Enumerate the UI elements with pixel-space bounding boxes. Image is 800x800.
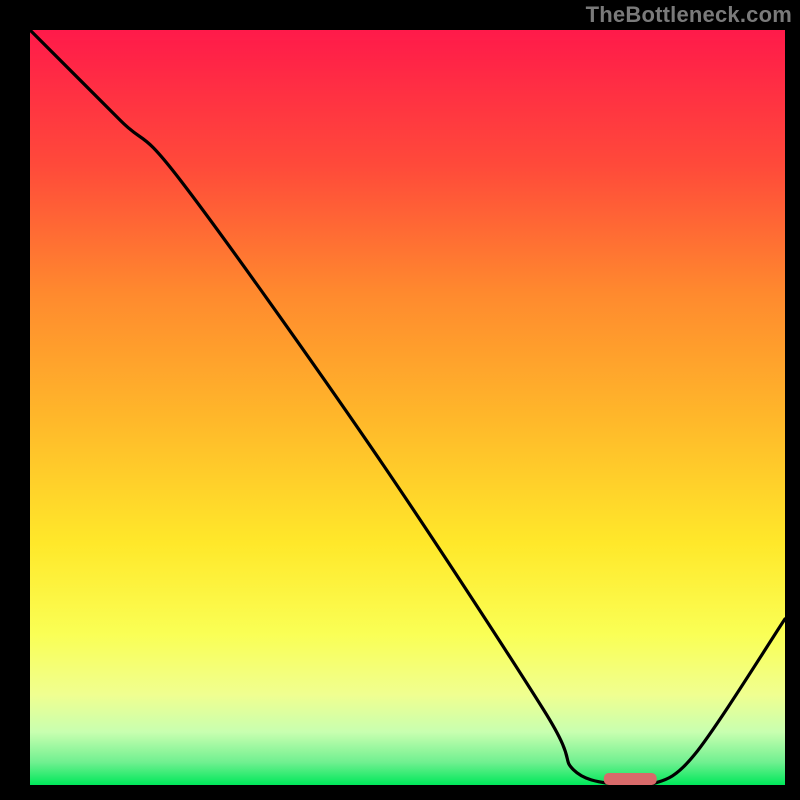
plot-area	[30, 30, 785, 785]
gradient-background	[30, 30, 785, 785]
optimal-range-marker	[604, 773, 657, 785]
plot-svg	[30, 30, 785, 785]
watermark-text: TheBottleneck.com	[586, 2, 792, 28]
chart-frame: TheBottleneck.com	[0, 0, 800, 800]
